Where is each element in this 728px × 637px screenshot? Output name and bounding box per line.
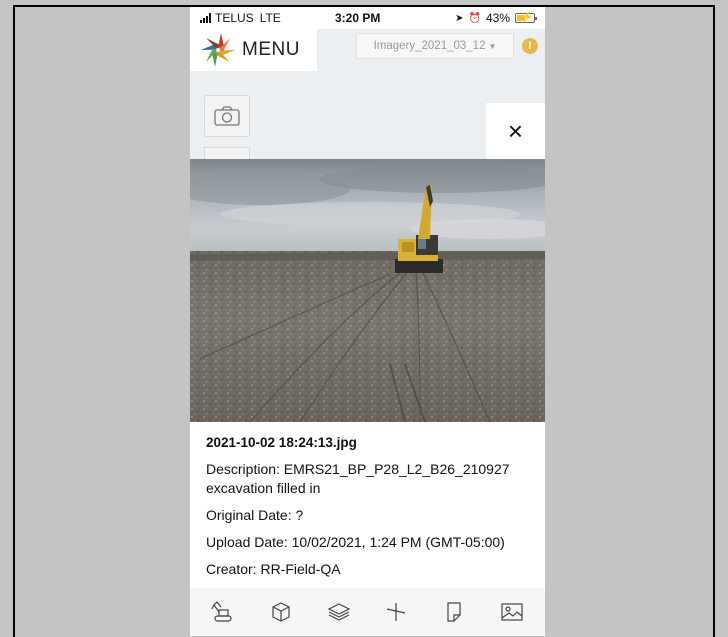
carrier-info: TELUS LTE (200, 11, 281, 25)
status-right: ➤ ⏰ 43% ⚡ (455, 11, 537, 25)
battery-percent: 43% (485, 11, 510, 25)
photo-original-date: Original Date: ? (206, 507, 304, 523)
signal-icon (200, 13, 211, 23)
cube-icon[interactable] (267, 598, 295, 626)
menu-label: MENU (242, 39, 300, 60)
photo-description: Description: EMRS21_BP_P28_L2_B26_210927… (206, 461, 510, 496)
caret-down-icon: ▼ (488, 41, 497, 51)
note-icon[interactable] (440, 598, 468, 626)
network-type: LTE (259, 11, 281, 25)
bottom-toolbar (190, 588, 545, 636)
map-tool-button[interactable] (204, 147, 250, 159)
measure-icon[interactable] (382, 598, 410, 626)
imagery-dropdown[interactable]: Imagery_2021_03_12 ▼ (356, 33, 514, 59)
phone-screen: TELUS LTE 3:20 PM ➤ ⏰ 43% ⚡ MENU Imagery… (190, 7, 545, 636)
imagery-dropdown-value: Imagery_2021_03_12 (373, 40, 486, 52)
layers-icon[interactable] (325, 598, 353, 626)
site-photo (190, 159, 545, 422)
camera-icon (214, 106, 240, 126)
photo-upload-date: Upload Date: 10/02/2021, 1:24 PM (GMT-05… (206, 534, 505, 550)
menu-button[interactable]: MENU (190, 29, 317, 71)
photo-details: 2021-10-02 18:24:13.jpg Description: EMR… (206, 433, 536, 587)
brand-logo-icon (200, 33, 236, 67)
excavator-icon[interactable] (209, 598, 237, 626)
close-button[interactable]: × (486, 103, 545, 159)
carrier-name: TELUS (215, 11, 254, 25)
image-icon[interactable] (498, 598, 526, 626)
location-icon: ➤ (455, 12, 464, 24)
photo-filename: 2021-10-02 18:24:13.jpg (206, 435, 357, 450)
clock: 3:20 PM (335, 11, 381, 25)
camera-button[interactable] (204, 95, 250, 137)
battery-icon: ⚡ (515, 12, 537, 23)
photo-creator: Creator: RR-Field-QA (206, 561, 341, 577)
status-bar: TELUS LTE 3:20 PM ➤ ⏰ 43% ⚡ (190, 7, 545, 29)
photo-image (190, 159, 545, 422)
alert-icon[interactable]: ! (522, 38, 538, 54)
alarm-icon: ⏰ (468, 12, 481, 24)
